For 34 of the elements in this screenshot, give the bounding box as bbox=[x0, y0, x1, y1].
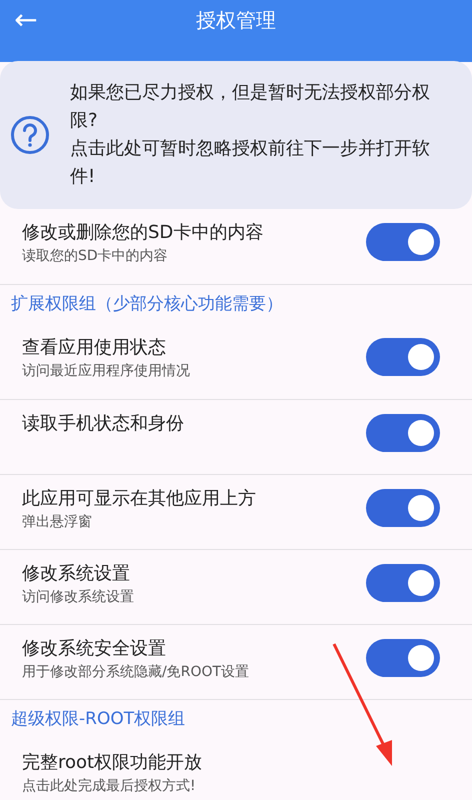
permission-row[interactable]: 完整root权限功能开放 点击此处完成最后授权方式! bbox=[0, 739, 472, 800]
row-title: 读取手机状态和身份 bbox=[22, 412, 185, 436]
row-subtitle: 用于修改部分系统隐藏/免ROOT设置 bbox=[22, 663, 250, 682]
row-subtitle: 访问最近应用程序使用情况 bbox=[22, 362, 191, 381]
toggle-switch[interactable] bbox=[366, 223, 440, 261]
row-title: 修改系统安全设置 bbox=[22, 637, 167, 661]
toggle-switch[interactable] bbox=[366, 414, 440, 452]
back-button[interactable]: ← bbox=[0, 0, 52, 40]
toggle-switch[interactable] bbox=[366, 564, 440, 602]
notice-text: 点击此处可暂时忽略授权前往下一步并打开软件! bbox=[70, 137, 431, 189]
permission-row[interactable]: 修改或删除您的SD卡中的内容 读取您的SD卡中的内容 bbox=[0, 209, 472, 284]
row-subtitle: 弹出悬浮窗 bbox=[22, 513, 93, 532]
notice-text: 如果您已尽力授权，但是暂时无法授权部分权限? bbox=[70, 81, 431, 133]
toggle-switch[interactable] bbox=[366, 489, 440, 527]
row-title: 修改系统设置 bbox=[22, 562, 131, 586]
section-header: 扩展权限组（少部分核心功能需要） bbox=[11, 292, 283, 316]
row-title: 修改或删除您的SD卡中的内容 bbox=[22, 221, 264, 245]
page-title: 授权管理 bbox=[195, 7, 277, 34]
permission-row[interactable]: 读取手机状态和身份 bbox=[0, 399, 472, 474]
row-subtitle: 访问修改系统设置 bbox=[22, 588, 135, 607]
toggle-switch[interactable] bbox=[366, 338, 440, 376]
permission-row[interactable]: 此应用可显示在其他应用上方 弹出悬浮窗 bbox=[0, 474, 472, 549]
notice-card[interactable]: 如果您已尽力授权，但是暂时无法授权部分权限? 点击此处可暂时忽略授权前往下一步并打开软件! bbox=[0, 61, 472, 209]
row-subtitle: 点击此处完成最后授权方式! bbox=[22, 777, 197, 796]
section-header: 超级权限-ROOT权限组 bbox=[11, 708, 186, 731]
row-title: 此应用可显示在其他应用上方 bbox=[22, 487, 257, 511]
permission-row[interactable]: 查看应用使用状态 访问最近应用程序使用情况 bbox=[0, 324, 472, 399]
help-icon bbox=[10, 115, 50, 155]
row-title: 查看应用使用状态 bbox=[22, 336, 167, 360]
toggle-switch[interactable] bbox=[366, 639, 440, 677]
permission-row[interactable]: 修改系统设置 访问修改系统设置 bbox=[0, 549, 472, 624]
row-title: 完整root权限功能开放 bbox=[22, 751, 204, 775]
permission-row[interactable]: 修改系统安全设置 用于修改部分系统隐藏/免ROOT设置 bbox=[0, 624, 472, 699]
row-subtitle: 读取您的SD卡中的内容 bbox=[22, 247, 169, 266]
